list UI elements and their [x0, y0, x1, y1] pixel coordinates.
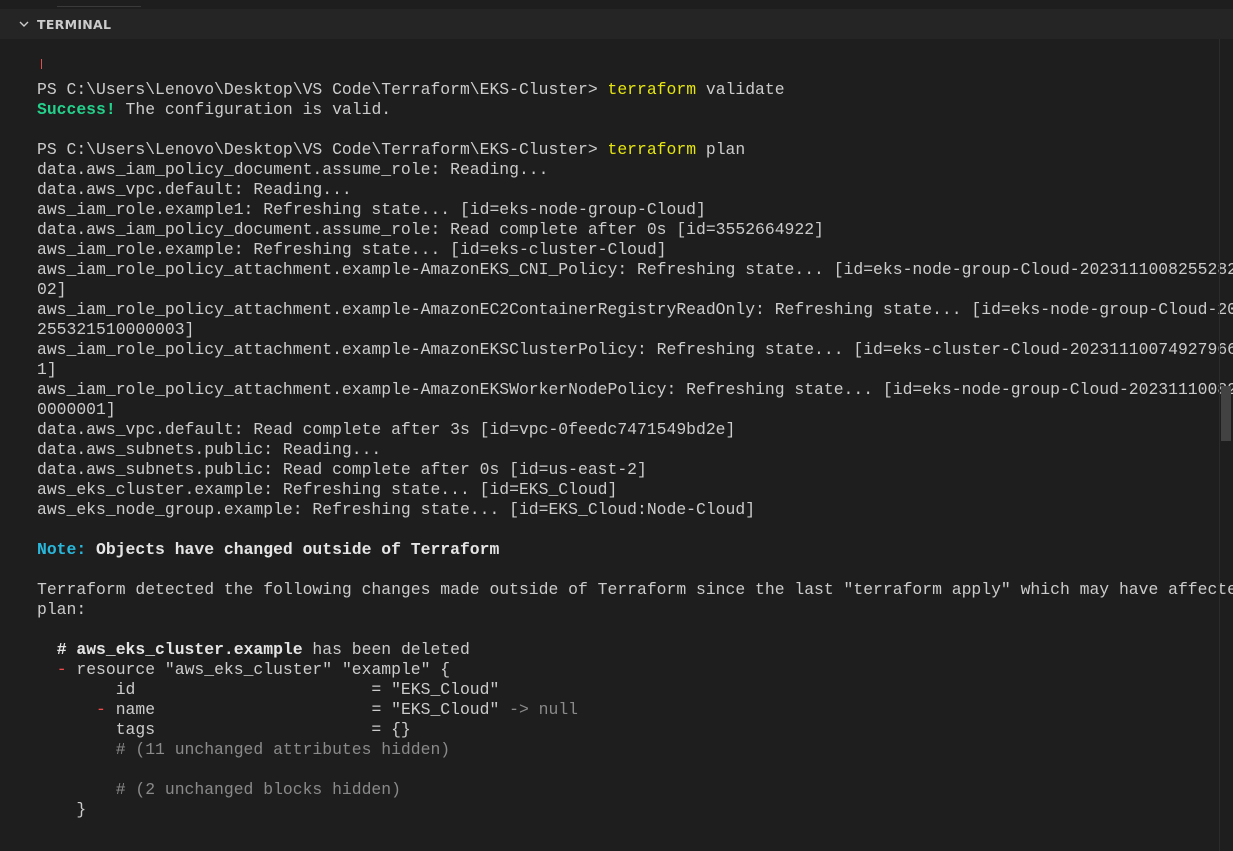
- terminal-text: data.aws_vpc.default: Reading...: [37, 180, 352, 199]
- terminal-text: # (2 unchanged blocks hidden): [37, 780, 401, 799]
- terminal-line: aws_iam_role_policy_attachment.example-A…: [37, 300, 1233, 320]
- terminal-text: # (11 unchanged attributes hidden): [37, 740, 451, 759]
- terminal-text: Note:: [37, 540, 87, 559]
- terminal-text: terraform: [607, 80, 697, 99]
- terminal-text: -> null: [509, 700, 579, 719]
- terminal-text: PS C:\Users\Lenovo\Desktop\VS Code\Terra…: [37, 80, 608, 99]
- terminal-line: aws_eks_node_group.example: Refreshing s…: [37, 500, 1212, 520]
- terminal-text: aws_iam_role_policy_attachment.example-A…: [37, 380, 1233, 399]
- terminal-line: data.aws_vpc.default: Reading...: [37, 180, 1212, 200]
- terminal-text: data.aws_subnets.public: Read complete a…: [37, 460, 647, 479]
- terminal-line: 0000001]: [37, 400, 1212, 420]
- terminal-text: aws_iam_role_policy_attachment.example-A…: [37, 260, 1233, 279]
- editor-top-strip: [0, 0, 1233, 9]
- terminal-text: terraform: [607, 140, 697, 159]
- scrollbar-thumb[interactable]: [1221, 386, 1231, 441]
- terminal-line: aws_iam_role.example: Refreshing state..…: [37, 240, 1212, 260]
- terminal-text: 255321510000003]: [37, 320, 195, 339]
- terminal-line: data.aws_subnets.public: Reading...: [37, 440, 1212, 460]
- terminal-line: - resource "aws_eks_cluster" "example" {: [37, 660, 1212, 680]
- terminal-text: }: [37, 800, 87, 819]
- terminal-text: Objects have changed outside of Terrafor…: [86, 540, 500, 559]
- terminal-line: # (2 unchanged blocks hidden): [37, 780, 1212, 800]
- terminal-text: # aws_eks_cluster.example: [56, 640, 303, 659]
- terminal-text: plan:: [37, 600, 87, 619]
- terminal-line: Success! The configuration is valid.: [37, 100, 1212, 120]
- terminal-text: data.aws_iam_policy_document.assume_role…: [37, 160, 549, 179]
- terminal-text: aws_iam_role.example1: Refreshing state.…: [37, 200, 706, 219]
- terminal-output: PS C:\Users\Lenovo\Desktop\VS Code\Terra…: [37, 80, 1233, 820]
- terminal-line: data.aws_subnets.public: Read complete a…: [37, 460, 1212, 480]
- terminal-line: 1]: [37, 360, 1212, 380]
- terminal-line: aws_iam_role_policy_attachment.example-A…: [37, 380, 1233, 400]
- terminal-text: has been deleted: [302, 640, 470, 659]
- terminal-text: -: [56, 660, 67, 679]
- terminal-line: aws_iam_role.example1: Refreshing state.…: [37, 200, 1212, 220]
- terminal-text: The configuration is valid.: [115, 100, 392, 119]
- terminal-text: -: [96, 700, 106, 719]
- terminal-text: aws_iam_role.example: Refreshing state..…: [37, 240, 667, 259]
- terminal-text: tags = {}: [37, 720, 411, 739]
- terminal-text: aws_eks_cluster.example: Refreshing stat…: [37, 480, 618, 499]
- terminal-line: 02]: [37, 280, 1212, 300]
- terminal-line: - name = "EKS_Cloud" -> null: [37, 700, 1212, 720]
- terminal-text: data.aws_vpc.default: Read complete afte…: [37, 420, 736, 439]
- terminal-text: aws_iam_role_policy_attachment.example-A…: [37, 300, 1233, 319]
- cursor-marker: [41, 59, 42, 69]
- terminal-line: data.aws_vpc.default: Read complete afte…: [37, 420, 1212, 440]
- terminal-text: 1]: [37, 360, 57, 379]
- terminal-text: id = "EKS_Cloud": [37, 680, 500, 699]
- terminal-line: data.aws_iam_policy_document.assume_role…: [37, 160, 1212, 180]
- terminal-text: name = "EKS_Cloud": [105, 700, 510, 719]
- terminal-line: id = "EKS_Cloud": [37, 680, 1212, 700]
- terminal-line: plan:: [37, 600, 1212, 620]
- terminal-text: aws_iam_role_policy_attachment.example-A…: [37, 340, 1233, 359]
- terminal-text: plan: [696, 140, 746, 159]
- chevron-down-icon[interactable]: [17, 17, 31, 31]
- terminal-line: aws_eks_cluster.example: Refreshing stat…: [37, 480, 1212, 500]
- terminal-output-area[interactable]: PS C:\Users\Lenovo\Desktop\VS Code\Terra…: [0, 39, 1233, 851]
- terminal-line: Note: Objects have changed outside of Te…: [37, 540, 1212, 560]
- terminal-line: Terraform detected the following changes…: [37, 580, 1233, 600]
- terminal-text: Success!: [37, 100, 116, 119]
- terminal-line: 255321510000003]: [37, 320, 1212, 340]
- terminal-text: Terraform detected the following changes…: [37, 580, 1233, 599]
- terminal-panel-title: TERMINAL: [37, 16, 112, 32]
- terminal-text: data.aws_subnets.public: Reading...: [37, 440, 382, 459]
- terminal-line: PS C:\Users\Lenovo\Desktop\VS Code\Terra…: [37, 80, 1212, 100]
- terminal-text: 0000001]: [37, 400, 116, 419]
- terminal-line: }: [37, 800, 1212, 820]
- terminal-text: resource "aws_eks_cluster" "example" {: [66, 660, 451, 679]
- editor-tab-edge: [57, 6, 141, 7]
- terminal-text: 02]: [37, 280, 67, 299]
- terminal-line: data.aws_iam_policy_document.assume_role…: [37, 220, 1212, 240]
- terminal-line: # (11 unchanged attributes hidden): [37, 740, 1212, 760]
- terminal-line: aws_iam_role_policy_attachment.example-A…: [37, 340, 1233, 360]
- terminal-panel-header[interactable]: TERMINAL: [0, 9, 1233, 39]
- scrollbar-track[interactable]: [1219, 39, 1233, 851]
- terminal-text: aws_eks_node_group.example: Refreshing s…: [37, 500, 756, 519]
- terminal-line: # aws_eks_cluster.example has been delet…: [37, 640, 1212, 660]
- terminal-text: validate: [696, 80, 785, 99]
- terminal-window: TERMINAL PS C:\Users\Lenovo\Desktop\VS C…: [0, 0, 1233, 851]
- terminal-line: PS C:\Users\Lenovo\Desktop\VS Code\Terra…: [37, 140, 1212, 160]
- terminal-line: aws_iam_role_policy_attachment.example-A…: [37, 260, 1233, 280]
- terminal-text: PS C:\Users\Lenovo\Desktop\VS Code\Terra…: [37, 140, 608, 159]
- terminal-line: tags = {}: [37, 720, 1212, 740]
- terminal-text: data.aws_iam_policy_document.assume_role…: [37, 220, 824, 239]
